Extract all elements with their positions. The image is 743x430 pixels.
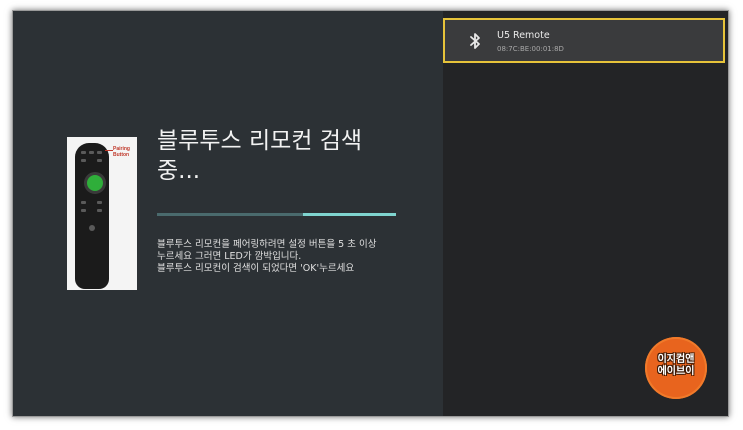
- instruction-line: 블루투스 리모컨을 페어링하려면 설정 버튼을 5 초 이상: [157, 239, 377, 250]
- scan-progress-fill: [302, 213, 396, 216]
- scan-progress-bar: [157, 213, 396, 216]
- device-list-item[interactable]: U5 Remote 08:7C:BE:00:01:8D: [443, 18, 725, 63]
- remote-button: [97, 209, 102, 212]
- remote-button: [97, 201, 102, 204]
- remote-button: [81, 151, 86, 154]
- watermark-logo: 이지컴앤 에이브이: [645, 337, 707, 399]
- pairing-pointer-line: [105, 150, 113, 151]
- title-line1: 블루투스 리모컨 검색: [157, 128, 363, 154]
- remote-button: [81, 201, 86, 204]
- watermark-line1: 이지컴앤: [657, 354, 695, 365]
- instructions-text: 블루투스 리모컨을 페어링하려면 설정 버튼을 5 초 이상 누르세요 그러면 …: [157, 239, 427, 275]
- remote-ok-ring: [84, 172, 106, 194]
- scan-panel: Pairing Button 블루투스 리모컨 검색 중... 블루투스 리모컨…: [13, 11, 443, 416]
- page-title: 블루투스 리모컨 검색 중...: [157, 126, 417, 186]
- tv-screen: Pairing Button 블루투스 리모컨 검색 중... 블루투스 리모컨…: [12, 10, 729, 417]
- remote-button: [97, 151, 102, 154]
- pairing-button-label: Pairing Button: [113, 146, 137, 158]
- remote-body: [75, 143, 109, 289]
- title-line2: 중...: [157, 158, 201, 184]
- instruction-line: 블루투스 리모컨이 검색이 되었다면 'OK'누르세요: [157, 263, 355, 274]
- remote-mic-button: [89, 225, 95, 231]
- bluetooth-icon: [470, 33, 480, 49]
- remote-button: [97, 159, 102, 162]
- watermark-line2: 에이브이: [657, 366, 695, 377]
- remote-button: [81, 159, 86, 162]
- remote-button: [89, 151, 94, 154]
- pairing-label-line2: Button: [113, 152, 130, 158]
- device-address: 08:7C:BE:00:01:8D: [497, 45, 564, 53]
- remote-control-image: Pairing Button: [67, 137, 137, 290]
- device-name: U5 Remote: [497, 30, 550, 41]
- remote-button: [81, 209, 86, 212]
- instruction-line: 누르세요 그러면 LED가 깜박입니다.: [157, 251, 302, 262]
